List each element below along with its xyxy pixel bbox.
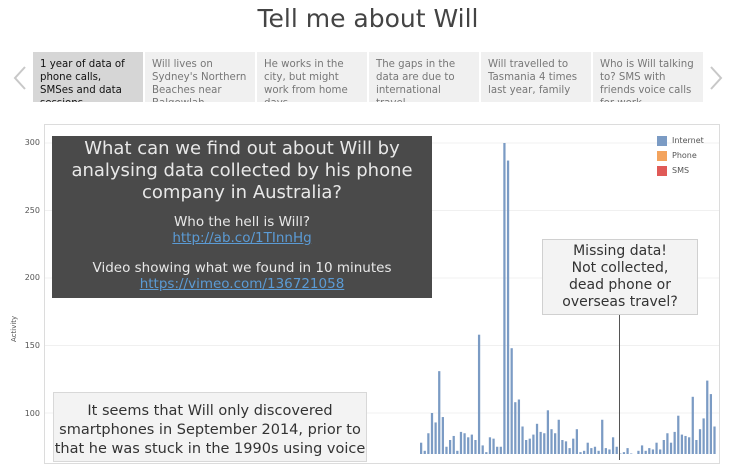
legend-label: SMS <box>672 166 690 175</box>
internet-activity-bar[interactable] <box>445 446 448 454</box>
annotation-line: dead phone or <box>569 277 671 293</box>
internet-activity-bar[interactable] <box>604 448 607 454</box>
internet-activity-bar[interactable] <box>662 440 665 454</box>
internet-activity-bar[interactable] <box>434 422 437 454</box>
video-text: Video showing what we found in 10 minute… <box>92 260 392 276</box>
internet-activity-bar[interactable] <box>525 440 528 454</box>
legend-item-sms[interactable]: SMS <box>657 163 704 178</box>
internet-activity-bar[interactable] <box>521 426 524 455</box>
note-line: It seems that Will only discovered <box>87 403 333 419</box>
internet-activity-bar[interactable] <box>626 448 629 454</box>
internet-activity-bar[interactable] <box>448 440 452 454</box>
internet-activity-bar[interactable] <box>441 417 444 454</box>
video-link[interactable]: https://vimeo.com/136721058 <box>52 276 432 292</box>
internet-activity-bar[interactable] <box>467 437 470 454</box>
legend-swatch <box>657 135 667 146</box>
internet-activity-bar[interactable] <box>503 143 506 454</box>
note-line: that he was stuck in the 1990s using voi… <box>54 441 366 457</box>
internet-activity-bar[interactable] <box>474 440 477 454</box>
annotation-line: Not collected, <box>571 260 669 276</box>
internet-activity-bar[interactable] <box>590 448 593 454</box>
internet-activity-bar[interactable] <box>572 438 575 454</box>
note-line: smartphones in September 2014, prior to <box>59 422 361 438</box>
intro-annotation-box: What can we find out about Will by analy… <box>52 136 432 298</box>
legend-swatch <box>657 165 667 176</box>
chart-legend: Internet Phone SMS <box>657 133 704 178</box>
internet-activity-bar[interactable] <box>427 433 430 454</box>
internet-activity-bar[interactable] <box>648 448 651 454</box>
legend-item-internet[interactable]: Internet <box>657 133 704 148</box>
internet-activity-bar[interactable] <box>691 396 694 454</box>
missing-data-annotation: Missing data! Not collected, dead phone … <box>542 239 698 315</box>
internet-activity-bar[interactable] <box>539 431 542 454</box>
internet-activity-bar[interactable] <box>499 446 502 454</box>
internet-activity-bar[interactable] <box>459 431 463 454</box>
internet-activity-bar[interactable] <box>561 440 564 454</box>
internet-activity-bar[interactable] <box>673 431 676 454</box>
internet-activity-bar[interactable] <box>706 380 709 454</box>
internet-activity-bar[interactable] <box>532 434 535 454</box>
internet-activity-bar[interactable] <box>550 429 553 454</box>
internet-activity-bar[interactable] <box>601 419 604 454</box>
internet-activity-bar[interactable] <box>677 415 680 454</box>
internet-activity-bar[interactable] <box>702 418 705 454</box>
internet-activity-bar[interactable] <box>430 413 434 454</box>
internet-activity-bar[interactable] <box>688 437 691 454</box>
internet-activity-bar[interactable] <box>564 441 568 454</box>
internet-activity-bar[interactable] <box>659 449 662 454</box>
legend-label: Internet <box>672 136 704 145</box>
internet-activity-bar[interactable] <box>615 446 618 454</box>
who-is-will-text: Who the hell is Will? <box>173 214 311 230</box>
internet-activity-bar[interactable] <box>666 433 669 454</box>
intro-question: What can we find out about Will by analy… <box>71 138 413 203</box>
internet-activity-bar[interactable] <box>463 433 466 454</box>
internet-activity-bar[interactable] <box>669 442 673 454</box>
internet-activity-bar[interactable] <box>438 371 441 454</box>
internet-activity-bar[interactable] <box>593 446 597 454</box>
internet-activity-bar[interactable] <box>557 419 560 454</box>
legend-swatch <box>657 150 667 161</box>
internet-activity-bar[interactable] <box>575 429 578 454</box>
who-is-will-link[interactable]: http://ab.co/1TInnHg <box>52 230 432 246</box>
internet-activity-bar[interactable] <box>695 440 698 454</box>
legend-item-phone[interactable]: Phone <box>657 148 704 163</box>
internet-activity-bar[interactable] <box>651 449 655 454</box>
internet-activity-bar[interactable] <box>608 449 611 454</box>
internet-activity-bar[interactable] <box>477 334 481 454</box>
internet-activity-bar[interactable] <box>684 435 687 454</box>
internet-activity-bar[interactable] <box>470 434 473 454</box>
internet-activity-bar[interactable] <box>510 348 513 454</box>
internet-activity-bar[interactable] <box>586 442 589 454</box>
internet-activity-bar[interactable] <box>506 160 510 454</box>
internet-activity-bar[interactable] <box>698 429 702 454</box>
internet-activity-bar[interactable] <box>709 394 713 454</box>
internet-activity-bar[interactable] <box>568 448 571 454</box>
internet-activity-bar[interactable] <box>528 438 531 454</box>
internet-activity-bar[interactable] <box>611 437 615 454</box>
annotation-line: Missing data! <box>573 243 667 259</box>
internet-activity-bar[interactable] <box>488 437 492 454</box>
annotation-line: overseas travel? <box>562 294 678 310</box>
internet-activity-bar[interactable] <box>535 423 539 454</box>
internet-activity-bar[interactable] <box>554 433 557 454</box>
internet-activity-bar[interactable] <box>713 426 716 455</box>
internet-activity-bar[interactable] <box>640 445 644 454</box>
smartphone-note-annotation: It seems that Will only discovered smart… <box>53 392 367 462</box>
internet-activity-bar[interactable] <box>452 435 455 454</box>
internet-activity-bar[interactable] <box>543 433 546 454</box>
internet-activity-bar[interactable] <box>680 434 684 454</box>
internet-activity-bar[interactable] <box>492 438 495 454</box>
legend-label: Phone <box>672 151 697 160</box>
missing-data-pointer-line <box>619 315 620 460</box>
internet-activity-bar[interactable] <box>546 410 550 454</box>
internet-activity-bar[interactable] <box>514 402 517 454</box>
internet-activity-bar[interactable] <box>481 445 484 454</box>
internet-activity-bar[interactable] <box>517 399 521 455</box>
internet-activity-bar[interactable] <box>496 446 499 454</box>
internet-activity-bar[interactable] <box>655 442 658 454</box>
internet-activity-bar[interactable] <box>420 442 423 454</box>
